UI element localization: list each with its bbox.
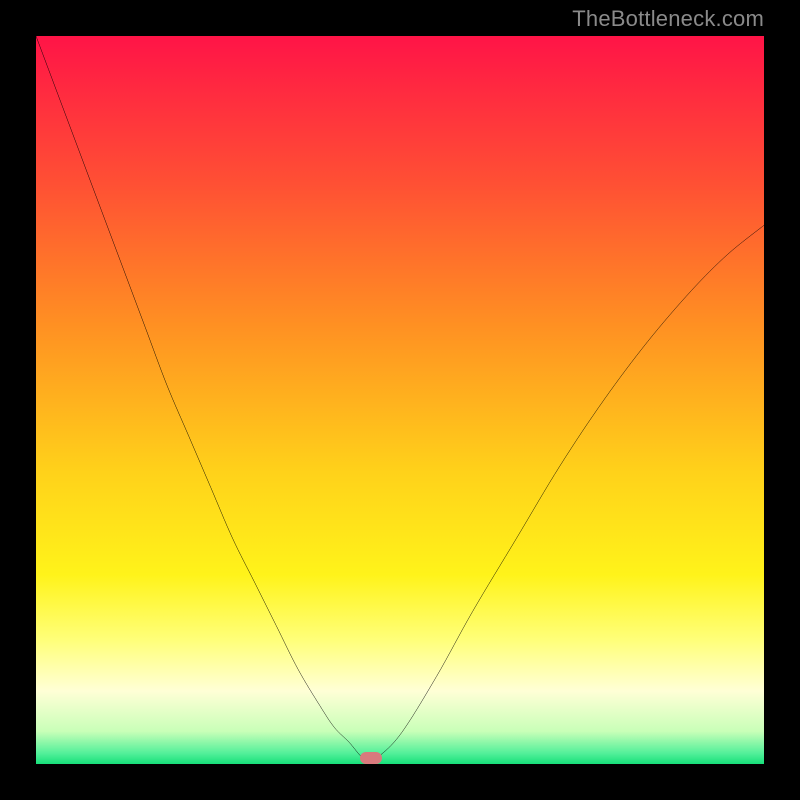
chart-frame: TheBottleneck.com <box>0 0 800 800</box>
plot-area <box>36 36 764 764</box>
watermark-text: TheBottleneck.com <box>572 6 764 32</box>
bottleneck-curve <box>36 36 764 764</box>
optimum-marker <box>360 752 382 764</box>
